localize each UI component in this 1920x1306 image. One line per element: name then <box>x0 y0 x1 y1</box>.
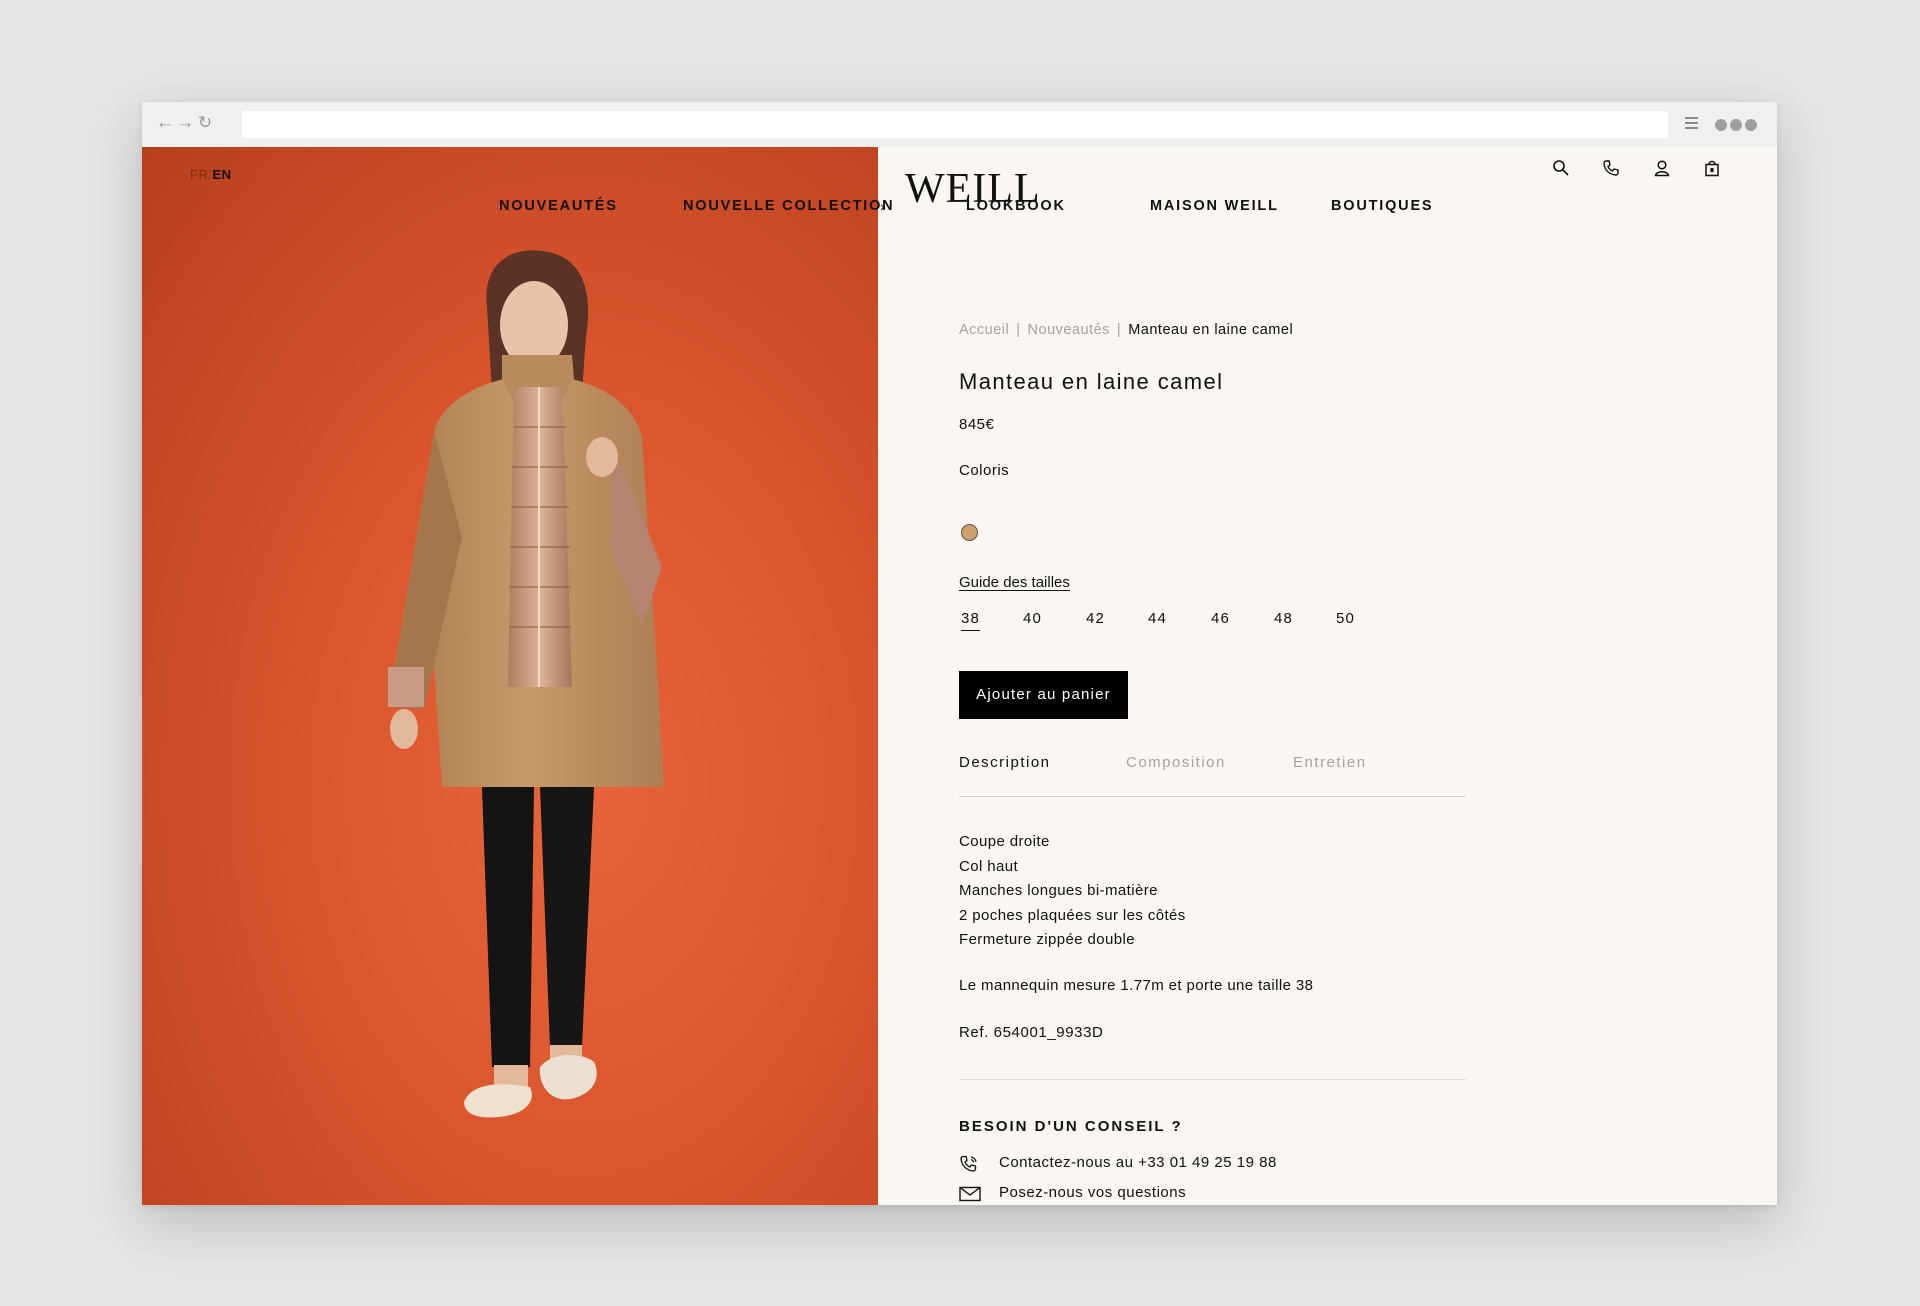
model-illustration <box>388 250 664 1118</box>
header-icons <box>1524 159 1721 182</box>
description-item: 2 poches plaquées sur les côtés <box>959 906 1186 924</box>
nav-lookbook[interactable]: LOOKBOOK <box>966 198 1066 214</box>
menu-icon[interactable] <box>1685 117 1698 131</box>
size-guide-link[interactable]: Guide des tailles <box>959 574 1070 591</box>
ask-question-text: Posez-nous vos questions <box>999 1184 1187 1201</box>
description-list: Coupe droite Col haut Manches longues bi… <box>959 830 1186 953</box>
size-option[interactable]: 40 <box>1023 610 1042 627</box>
size-option[interactable]: 48 <box>1274 610 1293 627</box>
description-item: Coupe droite <box>959 833 1050 850</box>
product-reference: Ref. 654001_9933D <box>959 1024 1104 1041</box>
browser-toolbar: ← → ↻ <box>142 102 1777 148</box>
product-price: 845€ <box>959 416 995 433</box>
colors-label: Coloris <box>959 462 1010 479</box>
contact-phone-text: Contactez-nous au +33 01 49 25 19 88 <box>999 1154 1277 1171</box>
reload-icon[interactable]: ↻ <box>194 112 216 134</box>
product-photo: FR EN <box>142 147 878 1205</box>
nav-nouveautes[interactable]: NOUVEAUTÉS <box>499 198 618 214</box>
size-option[interactable]: 50 <box>1336 610 1355 627</box>
phone-icon <box>959 1155 981 1173</box>
main-nav: NOUVEAUTÉS NOUVELLE COLLECTION › LOOKBOO… <box>142 198 1777 222</box>
user-icon[interactable] <box>1653 159 1671 177</box>
lang-fr[interactable]: FR <box>190 167 208 182</box>
description-item: Fermeture zippée double <box>959 931 1135 948</box>
breadcrumb-home[interactable]: Accueil <box>959 322 1009 338</box>
description-item: Manches longues bi-matière <box>959 882 1158 899</box>
back-arrow-icon[interactable]: ← <box>154 112 176 134</box>
lang-en[interactable]: EN <box>212 167 231 182</box>
breadcrumb-section[interactable]: Nouveautés <box>1028 322 1110 338</box>
color-swatch-camel[interactable] <box>961 524 978 541</box>
forward-arrow-icon[interactable]: → <box>174 112 196 134</box>
size-option[interactable]: 44 <box>1148 610 1167 627</box>
breadcrumb-current: Manteau en laine camel <box>1128 322 1294 338</box>
chevron-right-icon[interactable]: › <box>880 198 885 214</box>
nav-maison-weill[interactable]: MAISON WEILL <box>1150 198 1279 214</box>
mail-icon <box>959 1185 981 1203</box>
breadcrumb-separator: | <box>1016 322 1021 338</box>
language-switcher: FR EN <box>190 167 232 182</box>
description-item: Col haut <box>959 857 1019 875</box>
nav-nouvelle-collection[interactable]: NOUVELLE COLLECTION <box>683 198 894 214</box>
help-title: BESOIN D'UN CONSEIL ? <box>959 1118 1183 1135</box>
phone-icon[interactable] <box>1602 159 1620 177</box>
breadcrumb: Accueil | Nouveautés | Manteau en laine came… <box>959 322 1293 338</box>
nav-boutiques[interactable]: BOUTIQUES <box>1331 198 1433 214</box>
size-option[interactable]: 46 <box>1211 610 1230 627</box>
product-title: Manteau en laine camel <box>959 369 1224 394</box>
tab-entretien[interactable]: Entretien <box>1293 754 1367 771</box>
more-dots-icon[interactable] <box>1715 118 1760 136</box>
size-option[interactable]: 38 <box>961 610 981 631</box>
model-info: Le mannequin mesure 1.77m et porte une t… <box>959 977 1314 994</box>
browser-window: ← → ↻ FR EN WEILL NOUVEAUTÉS NOUVELLE CO… <box>142 102 1777 1205</box>
product-tabs: Description Composition Entretien <box>959 754 1466 797</box>
tab-description[interactable]: Description <box>959 754 1051 771</box>
breadcrumb-separator: | <box>1116 322 1122 338</box>
add-to-cart-button[interactable]: Ajouter au panier <box>959 671 1128 719</box>
shopping-bag-icon[interactable] <box>1703 159 1721 177</box>
divider <box>959 1079 1466 1080</box>
size-selector: 38 40 42 44 46 48 50 <box>959 610 1379 636</box>
size-option[interactable]: 42 <box>1086 610 1105 627</box>
search-icon[interactable] <box>1552 159 1570 177</box>
address-bar[interactable] <box>242 111 1668 138</box>
tab-composition[interactable]: Composition <box>1126 754 1226 771</box>
